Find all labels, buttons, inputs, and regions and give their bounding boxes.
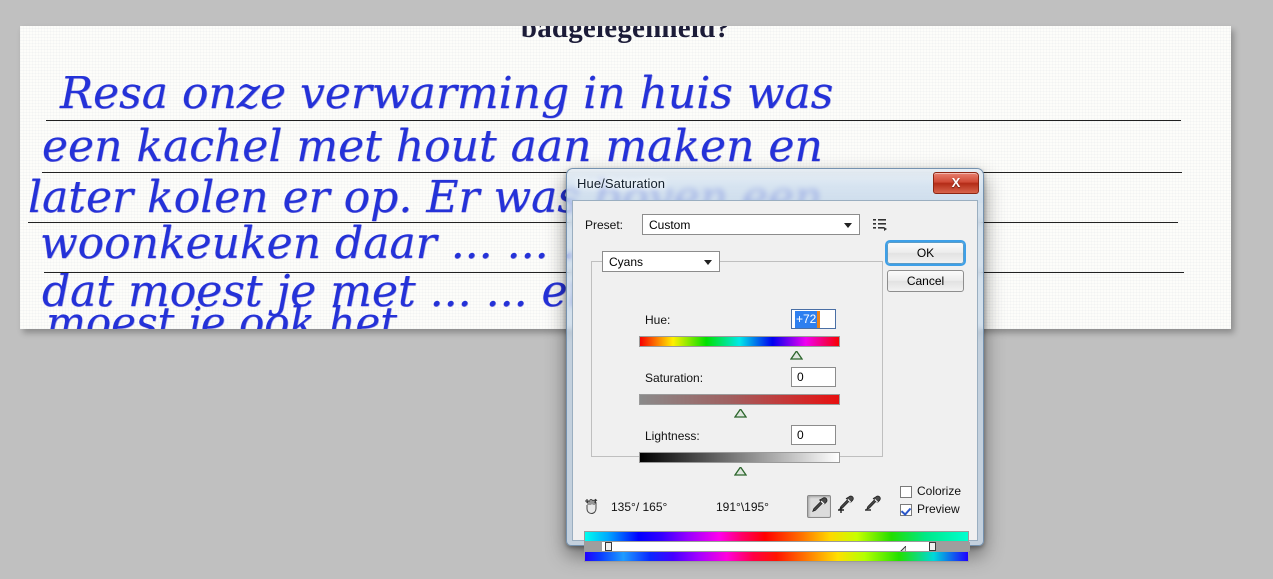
colorize-checkbox-box[interactable] xyxy=(900,486,912,498)
close-icon[interactable]: X xyxy=(933,172,979,194)
cancel-button[interactable]: Cancel xyxy=(887,270,964,292)
saturation-input[interactable]: 0 xyxy=(791,367,836,387)
scrubby-hand-icon[interactable] xyxy=(584,498,601,515)
range-falloff-right[interactable] xyxy=(895,542,907,556)
saturation-label: Saturation: xyxy=(645,371,704,385)
eyedropper-add-tool[interactable] xyxy=(834,495,858,518)
hue-value: +72 xyxy=(795,311,821,328)
range-outside-left xyxy=(585,542,602,551)
eyedropper-subtract-tool[interactable] xyxy=(861,495,885,518)
hue-saturation-dialog[interactable]: Hue/Saturation X Preset: Custom OK Cance… xyxy=(566,168,984,562)
adjustment-groupbox xyxy=(591,261,883,457)
range-outside-right xyxy=(932,542,970,551)
handwriting-line-2: een kachel met hout aan maken en xyxy=(42,121,823,172)
preview-label: Preview xyxy=(917,502,960,516)
dialog-title: Hue/Saturation xyxy=(577,176,666,191)
document-cut-heading: badgelegenheid? xyxy=(520,26,731,44)
dialog-body: Preset: Custom OK Cancel Cyans Hue: +72 … xyxy=(572,200,978,562)
lightness-thumb[interactable] xyxy=(733,463,748,476)
hue-thumb[interactable] xyxy=(789,347,804,360)
colorize-label: Colorize xyxy=(917,484,962,498)
range-right-handle[interactable] xyxy=(929,542,936,551)
hue-input[interactable]: +72 xyxy=(791,309,836,329)
preset-label: Preset: xyxy=(585,218,624,232)
range-selection-strip[interactable] xyxy=(584,542,970,556)
lightness-label: Lightness: xyxy=(645,429,700,443)
chevron-down-icon xyxy=(704,259,712,265)
range-left-handle[interactable] xyxy=(605,542,612,551)
preset-value: Custom xyxy=(649,218,691,232)
result-hue-bar xyxy=(584,551,969,562)
hue-track[interactable] xyxy=(639,336,840,347)
saturation-thumb[interactable] xyxy=(733,405,748,418)
preset-dropdown[interactable]: Custom xyxy=(642,214,860,235)
preset-options-icon[interactable] xyxy=(872,217,888,232)
hue-label: Hue: xyxy=(645,313,671,327)
preview-checkbox-box[interactable] xyxy=(900,504,912,516)
eyedropper-tool[interactable] xyxy=(807,495,831,518)
screen: badgelegenheid? Resa onze verwarming in … xyxy=(0,0,1273,579)
lightness-track[interactable] xyxy=(639,452,840,463)
chevron-down-icon xyxy=(844,222,852,228)
handwriting-line-6: moest je ook het ... xyxy=(46,298,451,329)
outer-range-readout: 191°\195° xyxy=(716,500,769,514)
color-range-value: Cyans xyxy=(609,255,644,269)
saturation-track[interactable] xyxy=(639,394,840,405)
ok-button[interactable]: OK xyxy=(887,242,964,264)
color-range-bars[interactable] xyxy=(584,531,970,562)
source-hue-bar xyxy=(584,531,969,542)
handwriting-line-1: Resa onze verwarming in huis was xyxy=(60,68,834,119)
dialog-titlebar[interactable]: Hue/Saturation X xyxy=(567,169,983,200)
color-range-dropdown[interactable]: Cyans xyxy=(602,251,720,272)
inner-range-readout: 135°/ 165° xyxy=(611,500,668,514)
lightness-input[interactable]: 0 xyxy=(791,425,836,445)
